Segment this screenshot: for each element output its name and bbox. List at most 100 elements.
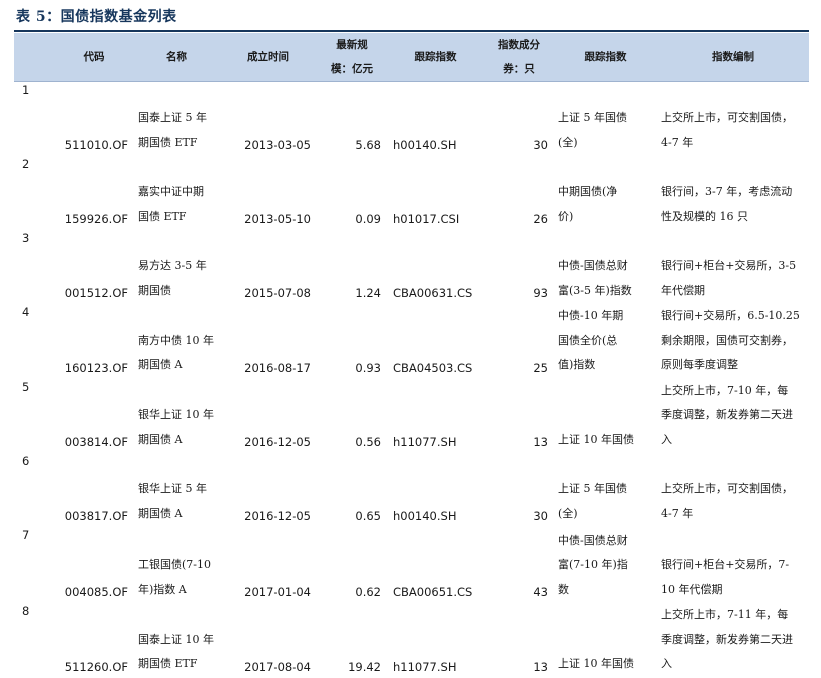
method-cell: 银行间，3-7 年，考虑流动 性及规模的 16 只 — [657, 156, 809, 230]
table-row: 4 160123.OF 南方中债 10 年 期国债 A 2016-08-17 0.93 C… — [14, 304, 809, 379]
header-components-line2: 券：只 — [503, 63, 535, 75]
method-cell: 上交所上市，7-11 年，每 季度调整，新发券第二天进 入 — [657, 603, 809, 678]
fund-name-cell: 嘉实中证中期 国债 ETF — [134, 156, 219, 230]
table-title: 表 5：国债指数基金列表 — [16, 9, 177, 25]
index-components: 30 — [533, 138, 548, 152]
index-name-cell: 中债-国债总财 富(3-5 年)指数 — [554, 230, 657, 304]
index-name-cell: 中债-10 年期 国债全价(总 值)指数 — [554, 304, 657, 379]
row-number: 3 — [22, 231, 30, 245]
index-method: 上交所上市，7-10 年，每 季度调整，新发券第二天进 入 — [661, 383, 793, 446]
table-row: 2 159926.OF 嘉实中证中期 国债 ETF 2013-05-10 0.09 h01… — [14, 156, 809, 230]
fund-name-cell: 南方中债 10 年 期国债 A — [134, 304, 219, 379]
index-method: 银行间+交易所，6.5-10.25 剩余期限，国债可交割券， 原则每季度调整 — [661, 309, 800, 371]
scale-cell: 19.42 — [317, 603, 387, 678]
index-name: 中债-国债总财 富(7-10 年)指 数 — [558, 533, 628, 596]
fund-scale: 1.24 — [355, 286, 381, 300]
index-name-cell: 上证 5 年国债 (全) — [554, 82, 657, 157]
inception-date-cell: 2016-12-05 — [219, 379, 317, 454]
fund-code-cell: 004085.OF — [54, 527, 134, 603]
index-method: 银行间，3-7 年，考虑流动 性及规模的 16 只 — [661, 185, 793, 223]
method-cell: 银行间+柜台+交易所，3-5 年代偿期 — [657, 230, 809, 304]
fund-code-cell: 511260.OF — [54, 603, 134, 678]
header-track-code: 跟踪指数 — [387, 33, 484, 82]
row-number: 6 — [22, 454, 30, 468]
header-scale-line1: 最新规 — [336, 39, 368, 51]
index-method: 银行间+柜台+交易所，3-5 年代偿期 — [661, 259, 797, 297]
index-name: 中债-10 年期 国债全价(总 值)指数 — [558, 309, 624, 371]
fund-scale: 5.68 — [355, 138, 381, 152]
index-code: CBA04503.CS — [393, 360, 473, 375]
fund-code: 160123.OF — [64, 360, 128, 375]
row-number: 4 — [22, 305, 30, 319]
inception-date: 2017-08-04 — [244, 659, 311, 674]
table-header-row: 代码 名称 成立时间 最新规 模：亿元 跟踪指数 指数成分 券：只 跟踪指数 指… — [14, 33, 809, 82]
index-components: 30 — [533, 509, 548, 523]
index-components: 26 — [533, 212, 548, 226]
fund-code-cell: 003814.OF — [54, 379, 134, 454]
components-cell: 43 — [484, 527, 554, 603]
header-code: 代码 — [54, 33, 134, 82]
table-row: 1 511010.OF 国泰上证 5 年 期国债 ETF 2013-03-05 5.68… — [14, 82, 809, 157]
fund-code-cell: 159926.OF — [54, 156, 134, 230]
fund-name: 工银国债(7-10 年)指数 A — [138, 558, 212, 596]
fund-name: 国泰上证 5 年 期国债 ETF — [138, 111, 207, 149]
scale-cell: 5.68 — [317, 82, 387, 157]
scale-cell: 0.09 — [317, 156, 387, 230]
index-code-cell: h11077.SH — [387, 603, 484, 678]
inception-date-cell: 2016-12-05 — [219, 453, 317, 527]
index-name: 中期国债(净 价) — [558, 185, 618, 223]
fund-name-cell: 银华上证 5 年 期国债 A — [134, 453, 219, 527]
components-cell: 13 — [484, 379, 554, 454]
index-code: h11077.SH — [393, 659, 457, 674]
index-method: 上交所上市，7-11 年，每 季度调整，新发券第二天进 入 — [661, 608, 793, 670]
index-code: h11077.SH — [393, 435, 457, 449]
index-name-cell: 中债-国债总财 富(7-10 年)指 数 — [554, 527, 657, 603]
index-name-cell: 中期国债(净 价) — [554, 156, 657, 230]
fund-scale: 0.93 — [355, 360, 381, 375]
method-cell: 银行间+交易所，6.5-10.25 剩余期限，国债可交割券， 原则每季度调整 — [657, 304, 809, 379]
inception-date: 2016-12-05 — [244, 509, 311, 523]
fund-name-cell: 易方达 3-5 年 期国债 — [134, 230, 219, 304]
header-method: 指数编制 — [657, 33, 809, 82]
row-number: 7 — [22, 528, 30, 542]
inception-date-cell: 2017-08-04 — [219, 603, 317, 678]
index-code-cell: CBA04503.CS — [387, 304, 484, 379]
scale-cell: 1.24 — [317, 230, 387, 304]
fund-code: 004085.OF — [64, 585, 128, 599]
index-code-cell: h11077.SH — [387, 379, 484, 454]
scale-cell: 0.62 — [317, 527, 387, 603]
index-method: 上交所上市，可交割国债， 4-7 年 — [661, 111, 793, 149]
inception-date-cell: 2013-05-10 — [219, 156, 317, 230]
components-cell: 26 — [484, 156, 554, 230]
inception-date-cell: 2015-07-08 — [219, 230, 317, 304]
index-code-cell: CBA00631.CS — [387, 230, 484, 304]
index-components: 25 — [533, 360, 548, 375]
fund-name-cell: 银华上证 10 年 期国债 A — [134, 379, 219, 454]
header-scale: 最新规 模：亿元 — [317, 33, 387, 82]
index-code-cell: h00140.SH — [387, 82, 484, 157]
scale-cell: 0.93 — [317, 304, 387, 379]
index-components: 43 — [533, 585, 548, 599]
title-divider — [14, 30, 809, 32]
row-number: 2 — [22, 157, 30, 171]
row-number-cell: 8 — [14, 603, 54, 678]
index-name-cell: 上证 5 年国债 (全) — [554, 453, 657, 527]
index-method: 上交所上市，可交割国债， 4-7 年 — [661, 482, 793, 520]
fund-name: 南方中债 10 年 期国债 A — [138, 333, 214, 372]
fund-name-cell: 国泰上证 10 年 期国债 ETF — [134, 603, 219, 678]
method-cell: 上交所上市，可交割国债， 4-7 年 — [657, 82, 809, 157]
fund-scale: 0.56 — [355, 435, 381, 449]
bond-index-fund-table: 代码 名称 成立时间 最新规 模：亿元 跟踪指数 指数成分 券：只 跟踪指数 指… — [14, 33, 809, 678]
fund-scale: 0.65 — [355, 509, 381, 523]
table-row: 8 511260.OF 国泰上证 10 年 期国债 ETF 2017-08-04 19.… — [14, 603, 809, 678]
index-components: 13 — [533, 435, 548, 449]
fund-scale: 19.42 — [348, 659, 381, 674]
table-row: 6 003817.OF 银华上证 5 年 期国债 A 2016-12-05 0.65 h0… — [14, 453, 809, 527]
inception-date: 2017-01-04 — [244, 585, 311, 599]
index-name-cell: 上证 10 年国债 — [554, 379, 657, 454]
header-date: 成立时间 — [219, 33, 317, 82]
fund-name: 银华上证 10 年 期国债 A — [138, 408, 214, 446]
table-row: 3 001512.OF 易方达 3-5 年 期国债 2015-07-08 1.24 CBA… — [14, 230, 809, 304]
fund-code-cell: 511010.OF — [54, 82, 134, 157]
row-number-cell: 5 — [14, 379, 54, 454]
